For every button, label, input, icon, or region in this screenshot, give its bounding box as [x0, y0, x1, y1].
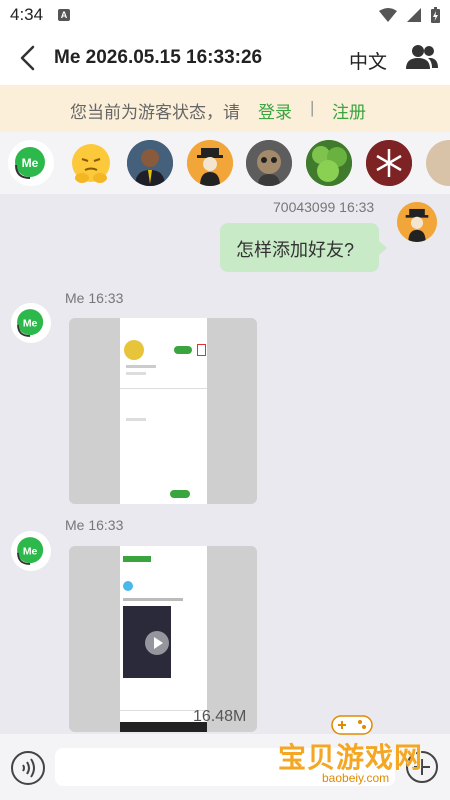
chat-title: Me 2026.05.15 16:33:26	[54, 47, 263, 68]
sender-avatar[interactable]	[397, 202, 437, 242]
file-size-label: 16.48M	[193, 708, 247, 725]
language-toggle-button[interactable]: 中文	[349, 47, 387, 74]
contact-avatar-emoji[interactable]	[68, 140, 114, 186]
contact-avatar-man[interactable]	[127, 140, 173, 186]
battery-icon	[431, 7, 440, 23]
contact-avatar-partial[interactable]	[426, 140, 450, 186]
voice-input-icon[interactable]	[10, 750, 46, 786]
me-avatar[interactable]: Me	[11, 531, 51, 571]
status-bar: 4:34 A	[0, 0, 450, 30]
site-watermark: 宝贝游戏网 baobeiy.com	[270, 708, 445, 788]
svg-text:Me: Me	[23, 546, 38, 557]
screenshot-thumbnail	[120, 318, 207, 504]
image-message[interactable]	[69, 318, 257, 504]
notification-icon: A	[58, 9, 70, 21]
guest-notice-bar: 您当前为游客状态，请 登录 | 注册	[0, 85, 450, 132]
gamepad-icon	[331, 715, 373, 735]
guest-notice-text: 您当前为游客状态，请	[70, 103, 240, 122]
signal-icon	[407, 8, 421, 22]
group-members-icon[interactable]	[406, 44, 438, 70]
contact-avatar-me[interactable]: Me	[8, 140, 54, 186]
contact-avatar-snowflake[interactable]	[366, 140, 412, 186]
message-bubble[interactable]: 怎样添加好友?	[220, 223, 387, 272]
register-link[interactable]: 注册	[332, 98, 366, 123]
status-time: 4:34	[10, 5, 44, 24]
svg-text:Me: Me	[23, 318, 38, 329]
watermark-text: 宝贝游戏网	[278, 741, 424, 774]
message-meta: Me 16:33	[65, 517, 124, 533]
chat-header: Me 2026.05.15 16:33:26 中文	[0, 30, 450, 85]
watermark-url: baobeiy.com	[322, 771, 390, 785]
contact-avatar-cartoon[interactable]	[187, 140, 233, 186]
message-meta: Me 16:33	[65, 290, 124, 306]
contact-avatar-monkey[interactable]	[246, 140, 292, 186]
contact-avatar-strip: Me	[0, 132, 450, 194]
chat-message-list[interactable]: 70043099 16:33 怎样添加好友? Me 16:33 Me Me 16…	[0, 194, 450, 734]
login-link[interactable]: 登录	[258, 98, 292, 123]
notice-separator: |	[310, 98, 315, 117]
video-thumbnail	[120, 546, 207, 732]
back-arrow-icon[interactable]	[16, 44, 40, 72]
video-message[interactable]	[69, 546, 257, 732]
play-icon[interactable]	[144, 630, 170, 656]
me-avatar[interactable]: Me	[11, 303, 51, 343]
contact-avatar-plant[interactable]	[306, 140, 352, 186]
svg-text:Me: Me	[22, 156, 39, 170]
message-meta: 70043099 16:33	[273, 199, 375, 215]
wifi-icon	[379, 8, 397, 22]
